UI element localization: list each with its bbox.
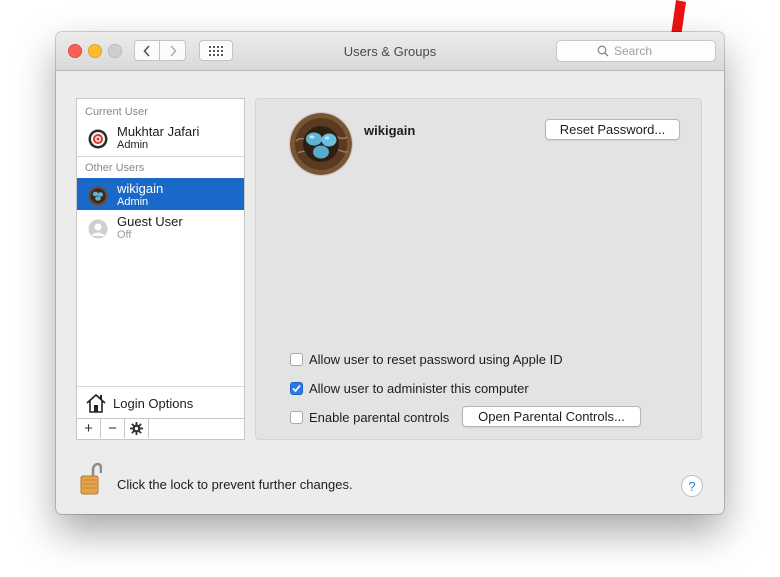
apple-id-reset-checkbox[interactable] [290, 353, 303, 366]
house-icon [86, 393, 106, 413]
user-row-mukhtar[interactable]: Mukhtar Jafari Admin [77, 121, 244, 153]
titlebar: Users & Groups Search [56, 32, 724, 71]
administer-checkbox[interactable] [290, 382, 303, 395]
login-options-row[interactable]: Login Options [77, 386, 244, 419]
administer-option[interactable]: Allow user to administer this computer [290, 381, 529, 396]
apple-id-reset-label: Allow user to reset password using Apple… [309, 352, 563, 367]
administer-label: Allow user to administer this computer [309, 381, 529, 396]
other-users-header: Other Users [85, 162, 145, 174]
search-icon [597, 45, 609, 57]
divider [77, 156, 244, 157]
users-groups-window: Users & Groups Search Current User Mukht… [56, 32, 724, 514]
user-row-guest[interactable]: Guest User Off [77, 211, 244, 243]
lock-instruction-text: Click the lock to prevent further change… [117, 477, 353, 492]
user-name: Guest User [117, 214, 183, 229]
search-placeholder: Search [614, 44, 653, 58]
action-menu-button[interactable] [125, 419, 149, 438]
nest-avatar-icon [88, 186, 108, 206]
reset-password-button[interactable]: Reset Password... [545, 119, 680, 140]
open-parental-controls-button[interactable]: Open Parental Controls... [462, 406, 641, 427]
user-picture[interactable] [290, 113, 352, 175]
users-sidebar: Current User Mukhtar Jafari Admin Other … [76, 98, 245, 440]
user-detail-panel: wikigain Reset Password... Allow user to… [255, 98, 702, 440]
current-user-header: Current User [85, 106, 148, 118]
parental-controls-checkbox[interactable] [290, 411, 303, 424]
user-role: Admin [117, 196, 149, 208]
lock-open-icon[interactable] [80, 462, 102, 496]
parental-controls-option[interactable]: Enable parental controls [290, 410, 449, 425]
checkmark-icon [292, 384, 301, 393]
login-options-label: Login Options [113, 396, 194, 411]
user-role: Admin [117, 139, 149, 151]
apple-id-reset-option[interactable]: Allow user to reset password using Apple… [290, 352, 563, 367]
add-user-button[interactable]: + [77, 419, 101, 438]
target-avatar-icon [88, 129, 108, 149]
user-row-wikigain[interactable]: wikigain Admin [77, 178, 244, 210]
sidebar-toolbar: + − [77, 418, 244, 439]
guest-avatar-icon [88, 219, 108, 239]
remove-user-button[interactable]: − [101, 419, 125, 438]
selected-user-name: wikigain [364, 123, 416, 138]
help-button[interactable]: ? [681, 475, 703, 497]
gear-icon [130, 422, 143, 435]
user-role: Off [117, 229, 132, 241]
parental-controls-label: Enable parental controls [309, 410, 450, 425]
search-field[interactable]: Search [556, 40, 716, 62]
user-name: Mukhtar Jafari [117, 124, 200, 139]
user-name: wikigain [117, 181, 164, 196]
